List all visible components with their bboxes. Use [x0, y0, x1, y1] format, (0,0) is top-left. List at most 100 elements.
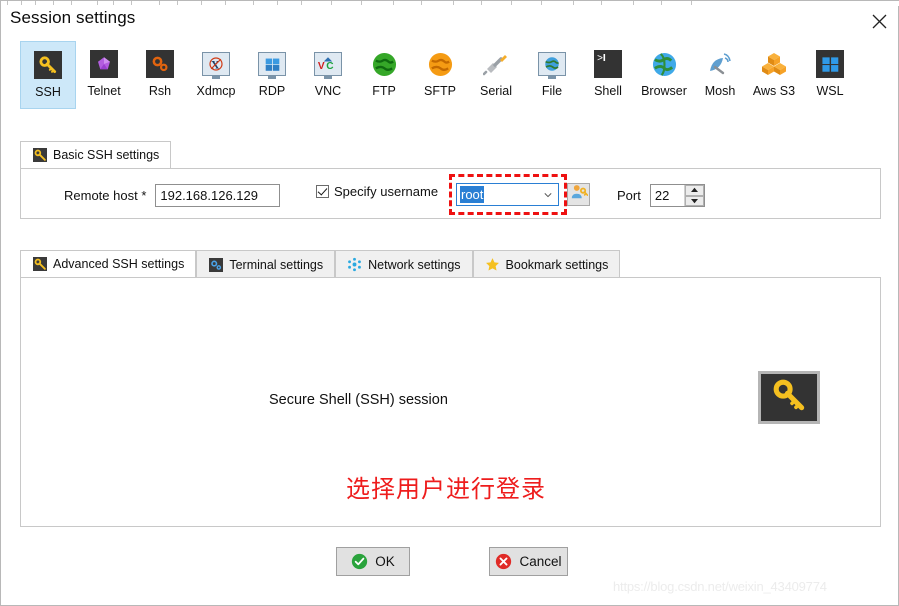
port-label: Port: [617, 188, 641, 203]
key-icon: [32, 257, 47, 272]
protocol-label: WSL: [816, 84, 844, 98]
protocol-item-ssh[interactable]: SSH: [20, 41, 76, 109]
tab-label: Bookmark settings: [505, 257, 609, 272]
username-value: root: [460, 186, 485, 203]
network-nodes-icon: [347, 257, 362, 272]
settings-tabstrip: Advanced SSH settings Terminal settings: [20, 250, 621, 278]
protocol-label: Serial: [480, 84, 512, 98]
vnc-monitor-icon: V C: [313, 49, 343, 79]
protocol-item-vnc[interactable]: V C VNC: [300, 41, 356, 109]
tab-label: Terminal settings: [229, 257, 324, 272]
watermark: https://blog.csdn.net/weixin_43409774: [613, 579, 827, 594]
serial-plug-icon: [481, 49, 511, 79]
protocol-label: Rsh: [148, 84, 172, 98]
protocol-item-file[interactable]: File: [524, 41, 580, 109]
rsh-gears-icon: [145, 49, 175, 79]
wsl-windows-icon: [815, 49, 845, 79]
sftp-globe-orange-icon: [425, 49, 455, 79]
user-key-icon: [570, 183, 588, 206]
protocol-label: FTP: [372, 84, 396, 98]
protocol-label: Mosh: [704, 84, 736, 98]
protocol-item-ftp[interactable]: FTP: [356, 41, 412, 109]
protocol-label: RDP: [258, 84, 286, 98]
ftp-globe-green-icon: [369, 49, 399, 79]
terminal-gear-icon: [208, 257, 223, 272]
protocol-label: Aws S3: [752, 84, 796, 98]
protocol-item-aws-s3[interactable]: Aws S3: [746, 41, 802, 109]
protocol-item-serial[interactable]: Serial: [468, 41, 524, 109]
key-icon: [33, 50, 63, 80]
tab-label: Basic SSH settings: [53, 148, 160, 162]
protocol-label: Browser: [641, 84, 687, 98]
spinner-up-icon[interactable]: [684, 185, 704, 196]
session-key-badge: [758, 371, 820, 424]
mosh-satellite-icon: [705, 49, 735, 79]
telnet-gem-icon: [89, 49, 119, 79]
tab-basic-ssh-settings[interactable]: Basic SSH settings: [20, 141, 172, 169]
cross-circle-red-icon: [496, 553, 512, 570]
rdp-monitor-icon: [257, 49, 287, 79]
key-icon: [32, 148, 47, 163]
protocol-item-rsh[interactable]: Rsh: [132, 41, 188, 109]
user-key-picker-button[interactable]: [567, 183, 590, 206]
dialog-titlebar: Session settings: [1, 6, 899, 38]
browser-globe-icon: [649, 49, 679, 79]
tab-label: Advanced SSH settings: [53, 257, 185, 271]
remote-host-field-group: Remote host *: [64, 184, 281, 207]
tab-network-settings[interactable]: Network settings: [335, 250, 473, 278]
key-icon: [770, 376, 808, 419]
cancel-button-label: Cancel: [519, 554, 562, 569]
close-icon[interactable]: [866, 9, 892, 33]
svg-text:V: V: [318, 61, 325, 72]
ok-button-label: OK: [375, 554, 395, 569]
username-combobox[interactable]: root: [456, 183, 559, 206]
protocol-label: VNC: [314, 84, 342, 98]
protocol-item-xdmcp[interactable]: X Xdmcp: [188, 41, 244, 109]
checkbox-box: [316, 185, 329, 198]
star-icon: [485, 257, 500, 272]
specify-username-label: Specify username: [334, 184, 439, 199]
protocol-label: Telnet: [87, 84, 121, 98]
protocol-label: File: [541, 84, 563, 98]
shell-terminal-icon: >: [593, 49, 623, 79]
protocol-label: SFTP: [424, 84, 456, 98]
page-title: Session settings: [10, 8, 136, 27]
annotation-text: 选择用户进行登录: [346, 475, 546, 503]
protocol-item-telnet[interactable]: Telnet: [76, 41, 132, 109]
svg-text:C: C: [326, 61, 334, 72]
check-circle-green-icon: [352, 553, 368, 570]
port-value[interactable]: 22: [651, 185, 684, 206]
port-stepper[interactable]: 22: [649, 184, 705, 207]
tab-label: Network settings: [368, 257, 461, 272]
cancel-button[interactable]: Cancel: [489, 547, 568, 576]
spinner-down-icon[interactable]: [684, 195, 704, 206]
tab-advanced-ssh-settings[interactable]: Advanced SSH settings: [20, 250, 197, 278]
svg-text:>: >: [597, 54, 603, 65]
remote-host-input[interactable]: [155, 184, 281, 207]
xdmcp-monitor-icon: X: [201, 49, 231, 79]
specify-username-checkbox[interactable]: Specify username: [316, 184, 438, 199]
port-field-group: Port 22: [617, 184, 705, 207]
tab-terminal-settings[interactable]: Terminal settings: [196, 250, 336, 278]
remote-host-label: Remote host *: [64, 188, 147, 203]
protocol-toolbar: SSH Telnet Rsh Xdmcp RDP V C VNC FTP SFT…: [1, 41, 899, 111]
session-description: Secure Shell (SSH) session: [269, 392, 448, 408]
aws-s3-cubes-icon: [759, 49, 789, 79]
protocol-label: Xdmcp: [196, 84, 236, 98]
protocol-item-mosh[interactable]: Mosh: [692, 41, 748, 109]
protocol-item-wsl[interactable]: WSL: [802, 41, 858, 109]
tab-bookmark-settings[interactable]: Bookmark settings: [472, 250, 621, 278]
protocol-label: Shell: [594, 84, 622, 98]
protocol-item-sftp[interactable]: SFTP: [412, 41, 468, 109]
file-monitor-globe-icon: [537, 49, 567, 79]
protocol-label: SSH: [35, 85, 61, 99]
protocol-item-shell[interactable]: > Shell: [580, 41, 636, 109]
ok-button[interactable]: OK: [336, 547, 410, 576]
session-settings-dialog: Session settings SSH Telnet Rsh Xdmcp RD…: [0, 0, 899, 606]
chevron-down-icon: [544, 193, 552, 198]
protocol-item-rdp[interactable]: RDP: [244, 41, 300, 109]
protocol-item-browser[interactable]: Browser: [636, 41, 692, 109]
basic-settings-tabstrip: Basic SSH settings: [20, 141, 172, 169]
port-spinner-buttons: [683, 185, 704, 206]
specify-username-group: Specify username: [316, 184, 438, 199]
